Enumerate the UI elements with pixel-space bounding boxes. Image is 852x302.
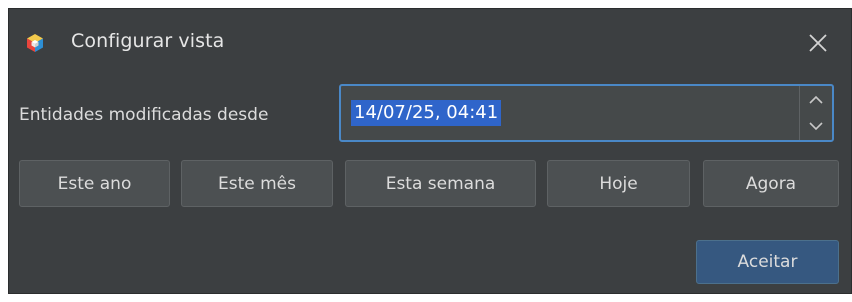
chevron-down-icon[interactable] xyxy=(800,113,832,140)
this-month-button[interactable]: Este mês xyxy=(181,160,333,207)
title-bar: Configurar vista xyxy=(9,9,851,79)
date-time-spinner[interactable]: 14/07/25, 04:41 xyxy=(339,84,834,142)
this-week-button[interactable]: Esta semana xyxy=(345,160,536,207)
chevron-up-icon[interactable] xyxy=(800,86,832,113)
close-icon[interactable] xyxy=(807,32,829,54)
modified-since-label: Entidades modificadas desde xyxy=(19,105,269,125)
dialog-title: Configurar vista xyxy=(71,30,225,52)
this-year-button[interactable]: Este ano xyxy=(19,160,170,207)
app-logo-icon xyxy=(25,33,45,53)
today-button[interactable]: Hoje xyxy=(547,160,690,207)
accept-button[interactable]: Aceitar xyxy=(696,240,839,284)
date-time-value[interactable]: 14/07/25, 04:41 xyxy=(351,100,502,126)
configure-view-dialog: Configurar vista Entidades modificadas d… xyxy=(8,8,852,294)
now-button[interactable]: Agora xyxy=(703,160,839,207)
spinner-buttons xyxy=(799,86,832,140)
